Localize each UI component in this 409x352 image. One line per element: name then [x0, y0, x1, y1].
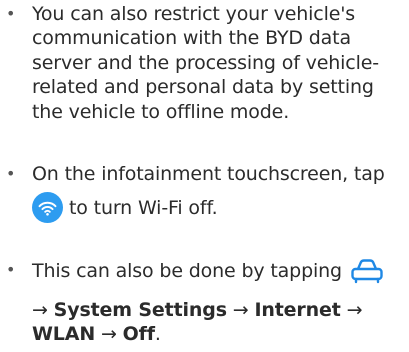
- period: .: [154, 323, 161, 346]
- text-line: server and the processing of vehicle-: [32, 51, 379, 74]
- path-step-wlan: WLAN: [32, 323, 96, 346]
- manual-page: • You can also restrict your vehicle's c…: [0, 0, 409, 352]
- text-line: the vehicle to offline mode.: [32, 100, 290, 123]
- bullet-text: This can also be done by tapping → Syste…: [32, 258, 404, 347]
- text-fragment: to turn Wi-Fi off.: [69, 196, 218, 219]
- path-step-system-settings: System Settings: [53, 299, 227, 321]
- bullet-text: On the infotainment touchscreen, tap to …: [32, 162, 404, 224]
- text-line: On the infotainment touchscreen, tap: [32, 163, 385, 185]
- bullet-marker: •: [6, 260, 16, 279]
- path-step-internet: Internet: [254, 299, 341, 321]
- wifi-icon: [32, 192, 63, 224]
- text-line: You can also restrict your vehicle's: [32, 3, 356, 25]
- settings-path-line: → System Settings → Internet →: [32, 298, 404, 322]
- text-line-with-icon: to turn Wi-Fi off.: [32, 192, 404, 224]
- text-line-with-icon: This can also be done by tapping: [32, 258, 404, 284]
- text-line: related and personal data by setting: [32, 76, 374, 99]
- text-fragment: This can also be done by tapping: [32, 259, 342, 282]
- car-icon: [350, 258, 384, 284]
- arrow: →: [346, 299, 363, 321]
- bullet-marker: •: [6, 164, 16, 183]
- arrow: →: [32, 299, 48, 321]
- bullet-text: You can also restrict your vehicle's com…: [32, 2, 404, 124]
- text-line: communication with the BYD data: [32, 27, 351, 50]
- bullet-marker: •: [6, 4, 16, 23]
- settings-path-line: WLAN → Off.: [32, 322, 404, 346]
- path-step-off: Off: [122, 323, 155, 346]
- arrow: →: [100, 323, 117, 346]
- arrow: →: [232, 299, 249, 321]
